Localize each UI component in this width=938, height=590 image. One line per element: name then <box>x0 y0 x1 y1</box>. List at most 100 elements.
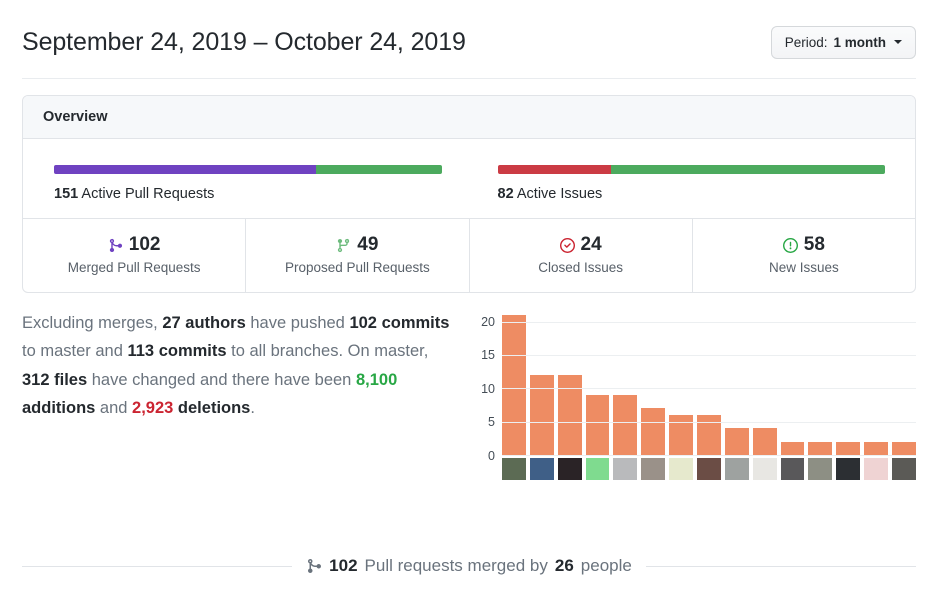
contributor-avatar[interactable] <box>641 458 666 480</box>
issues-new-segment <box>611 165 885 174</box>
summary-files: 312 files <box>22 370 88 389</box>
chart-y-tick-label: 20 <box>481 314 495 329</box>
page-header: September 24, 2019 – October 24, 2019 Pe… <box>0 0 938 68</box>
active-issues-label: 82 Active Issues <box>498 186 886 202</box>
pulse-page: September 24, 2019 – October 24, 2019 Pe… <box>0 0 938 590</box>
contributor-avatar[interactable] <box>557 458 582 480</box>
summary-part-7: and <box>95 399 133 418</box>
git-merge-icon <box>108 238 123 253</box>
active-issues-block: 82 Active Issues <box>470 165 916 202</box>
issues-split-bar <box>497 165 886 174</box>
chart-bar <box>585 395 610 455</box>
summary-part-2: have pushed <box>245 314 350 332</box>
summary-deletions-word: deletions <box>173 399 251 418</box>
summary-part-1: Excluding merges, <box>22 314 163 332</box>
contributor-avatar[interactable] <box>697 458 721 480</box>
stat-new-value-row: 58 <box>697 234 911 256</box>
contributor-avatar[interactable] <box>808 458 833 480</box>
summary-additions-word: additions <box>22 399 96 418</box>
period-dropdown-button[interactable]: Period: 1 month <box>770 25 916 59</box>
overview-card: Overview 151 Active Pull Requests 82 Act… <box>22 95 916 293</box>
footer-rule-left <box>22 565 293 567</box>
git-merge-icon <box>306 558 322 574</box>
chart-bar <box>808 441 833 455</box>
chart-bar <box>780 441 805 455</box>
contributor-avatar[interactable] <box>752 458 777 480</box>
summary-authors: 27 authors <box>162 314 246 332</box>
summary-part-4: to all branches. On master, <box>226 342 429 361</box>
stat-closed-issues[interactable]: 24 Closed Issues <box>468 219 692 292</box>
stat-closed-label: Closed Issues <box>538 260 624 275</box>
contributor-avatar[interactable] <box>585 458 610 480</box>
chart-bar <box>502 315 526 455</box>
contributor-avatar[interactable] <box>724 458 749 480</box>
commits-section: Excluding merges, 27 authors have pushed… <box>0 293 938 480</box>
chart-gridline: 10 <box>481 382 916 396</box>
summary-commits-all: 113 commits <box>127 342 227 361</box>
chart-avatar-axis <box>502 458 916 480</box>
stat-merged-value: 102 <box>128 234 161 255</box>
stat-merged-value-row: 102 <box>27 234 241 256</box>
contributor-avatar[interactable] <box>836 458 861 480</box>
active-pull-requests-text: Active Pull Requests <box>78 186 215 202</box>
stat-new-issues[interactable]: 58 New Issues <box>691 219 915 292</box>
footer-summary: 102 Pull requests merged by 26 people <box>306 556 632 576</box>
summary-additions: 8,100 <box>355 370 398 389</box>
stat-proposed-pull-requests[interactable]: 49 Proposed Pull Requests <box>245 219 468 292</box>
merged-pull-requests-footer: 102 Pull requests merged by 26 people <box>22 556 916 576</box>
pr-merged-segment <box>54 165 316 174</box>
stat-merged-pull-requests[interactable]: 102 Merged Pull Requests <box>23 219 245 292</box>
pull-requests-split-bar <box>54 165 442 174</box>
pr-proposed-segment <box>315 165 442 174</box>
contributor-avatar[interactable] <box>864 458 889 480</box>
period-value: 1 month <box>833 34 887 50</box>
chart-plot-area: 0 5 10 15 20 <box>481 315 916 463</box>
git-branch-icon <box>336 238 351 253</box>
contributor-avatar[interactable] <box>892 458 916 480</box>
chart-bar <box>892 441 916 455</box>
stat-merged-label: Merged Pull Requests <box>67 260 201 275</box>
date-range-title: September 24, 2019 – October 24, 2019 <box>22 27 466 56</box>
chart-y-tick-label: 5 <box>488 415 495 430</box>
summary-part-9: . <box>250 399 255 418</box>
stat-closed-value-row: 24 <box>474 234 688 256</box>
stat-proposed-label: Proposed Pull Requests <box>284 260 430 275</box>
chart-y-tick-label: 10 <box>481 381 495 396</box>
footer-text-1: Pull requests merged by <box>364 556 548 575</box>
chart-y-tick-label: 15 <box>481 348 495 363</box>
chart-bar <box>836 441 861 455</box>
chart-bar <box>529 375 554 455</box>
contributor-avatar[interactable] <box>780 458 805 480</box>
stat-proposed-value-row: 49 <box>250 234 464 256</box>
chart-bar <box>613 395 638 455</box>
period-label: Period: <box>784 34 828 50</box>
chart-gridline: 0 <box>488 449 916 463</box>
contributor-avatar[interactable] <box>529 458 554 480</box>
contributor-avatar[interactable] <box>502 458 526 480</box>
contributor-avatar[interactable] <box>669 458 694 480</box>
stat-proposed-value: 49 <box>357 234 379 255</box>
stat-new-label: New Issues <box>768 260 839 275</box>
summary-part-5: have changed and there have been <box>87 370 356 389</box>
chart-bar <box>864 441 889 455</box>
chart-y-tick-label: 0 <box>488 449 495 463</box>
issue-opened-icon <box>782 237 798 253</box>
summary-commits-master: 102 commits <box>349 314 450 332</box>
stat-closed-value: 24 <box>580 234 602 255</box>
summary-deletions: 2,923 <box>132 399 174 418</box>
issue-closed-icon <box>559 237 575 253</box>
issues-closed-segment <box>497 165 612 174</box>
contributor-avatar[interactable] <box>613 458 638 480</box>
chart-bar <box>724 428 749 455</box>
stat-new-value: 58 <box>803 234 825 255</box>
chart-bar <box>752 428 777 455</box>
footer-merged-count: 102 <box>329 556 358 575</box>
commits-per-author-chart: 0 5 10 15 20 <box>474 309 916 480</box>
chart-gridline: 15 <box>481 348 916 362</box>
active-issues-text: Active Issues <box>513 186 603 202</box>
chart-bar <box>641 408 666 455</box>
overview-stats-row: 102 Merged Pull Requests 49 Proposed Pul… <box>23 218 915 292</box>
active-pull-requests-count: 151 <box>54 186 79 202</box>
footer-text-2: people <box>580 556 632 575</box>
chart-gridline: 5 <box>488 415 916 429</box>
